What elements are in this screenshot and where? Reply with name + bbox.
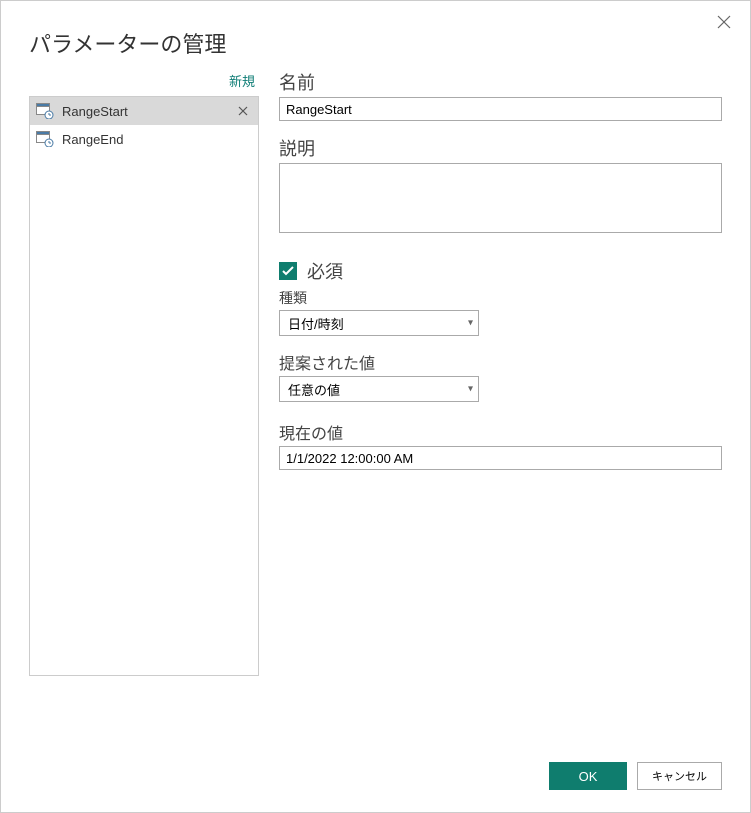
- current-value-label: 現在の値: [279, 420, 722, 444]
- parameter-icon: [36, 103, 54, 119]
- dialog-buttons: OK キャンセル: [549, 762, 722, 790]
- parameter-item-rangestart[interactable]: RangeStart: [30, 97, 258, 125]
- manage-parameters-dialog: パラメーターの管理 新規 RangeStart: [0, 0, 751, 813]
- required-label: 必須: [307, 258, 343, 284]
- type-label: 種類: [279, 288, 722, 308]
- parameter-list: RangeStart RangeEnd: [29, 96, 259, 676]
- name-label: 名前: [279, 69, 722, 95]
- close-icon: [717, 15, 731, 29]
- ok-button[interactable]: OK: [549, 762, 627, 790]
- required-checkbox[interactable]: [279, 262, 297, 280]
- parameter-item-rangeend[interactable]: RangeEnd: [30, 125, 258, 153]
- right-panel: 名前 説明 必須 種類 日付/時刻 ▾: [279, 69, 722, 676]
- new-parameter-link[interactable]: 新規: [29, 69, 259, 96]
- delete-parameter-button[interactable]: [234, 103, 252, 119]
- description-label: 説明: [279, 135, 722, 161]
- dialog-title: パラメーターの管理: [29, 27, 722, 59]
- left-panel: 新規 RangeStart RangeEnd: [29, 69, 259, 676]
- parameter-label: RangeEnd: [62, 132, 252, 147]
- suggested-values-select[interactable]: 任意の値: [279, 376, 479, 402]
- suggested-values-label: 提案された値: [279, 350, 722, 374]
- type-select[interactable]: 日付/時刻: [279, 310, 479, 336]
- close-icon: [238, 106, 248, 116]
- name-input[interactable]: [279, 97, 722, 121]
- suggested-value: 任意の値: [288, 380, 340, 399]
- close-button[interactable]: [714, 15, 734, 35]
- check-icon: [282, 266, 294, 276]
- current-value-input[interactable]: [279, 446, 722, 470]
- parameter-icon: [36, 131, 54, 147]
- cancel-button[interactable]: キャンセル: [637, 762, 722, 790]
- description-input[interactable]: [279, 163, 722, 233]
- type-value: 日付/時刻: [288, 314, 344, 333]
- parameter-label: RangeStart: [62, 104, 234, 119]
